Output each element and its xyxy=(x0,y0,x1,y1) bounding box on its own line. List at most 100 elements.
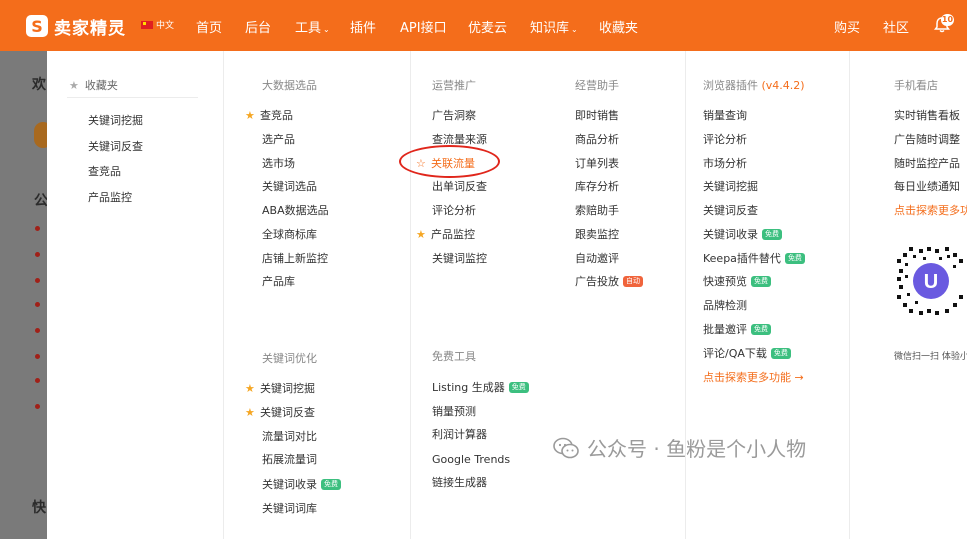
nav-tools[interactable]: 工具 ⌄ xyxy=(295,17,330,36)
menu-item[interactable]: 广告投放 自动 xyxy=(575,274,643,288)
divider xyxy=(849,51,850,539)
menu-item[interactable]: 店铺上新监控 xyxy=(262,251,328,265)
menu-item[interactable]: 即时销售 xyxy=(575,108,619,122)
menu-item[interactable]: 选产品 xyxy=(262,132,295,146)
background-bullet xyxy=(35,354,40,359)
plugin-header: 浏览器插件 (v4.4.2) xyxy=(703,79,805,92)
free-badge: 免费 xyxy=(784,252,805,264)
menu-item[interactable]: 流量词对比 xyxy=(262,429,317,443)
nav-community[interactable]: 社区 xyxy=(883,17,909,36)
menu-item[interactable]: 销量查询 xyxy=(703,108,747,122)
menu-item[interactable]: 出单词反查 xyxy=(432,179,487,193)
big-data-header: 大数据选品 xyxy=(262,79,317,92)
background-bullet xyxy=(35,226,40,231)
divider xyxy=(685,51,686,539)
nav-youmaiyun[interactable]: 优麦云 xyxy=(468,17,507,36)
menu-item[interactable]: 关键词挖掘 xyxy=(703,179,758,193)
nav-buy[interactable]: 购买 xyxy=(834,17,860,36)
background-bullet xyxy=(35,328,40,333)
menu-item[interactable]: 关键词词库 xyxy=(262,501,317,515)
menu-item[interactable]: 利润计算器 xyxy=(432,427,487,441)
menu-item[interactable]: 评论分析 xyxy=(703,132,747,146)
favorite-item[interactable]: 查竞品 xyxy=(88,164,121,178)
explore-more-link[interactable]: 点击探索更多功能 → xyxy=(703,370,804,384)
menu-item[interactable]: 全球商标库 xyxy=(262,227,317,241)
menu-item[interactable]: 商品分析 xyxy=(575,132,619,146)
notification-badge: 10 xyxy=(941,14,954,26)
menu-item[interactable]: 实时销售看板 xyxy=(894,108,960,122)
nav-home[interactable]: 首页 xyxy=(196,17,222,36)
background-bullet xyxy=(35,252,40,257)
explore-more-link[interactable]: 点击探索更多功 xyxy=(894,203,967,217)
chevron-down-icon: ⌄ xyxy=(571,25,578,34)
favorites-header: ★ 收藏夹 xyxy=(69,78,118,93)
menu-item[interactable]: 库存分析 xyxy=(575,179,619,193)
auto-badge: 自动 xyxy=(623,275,643,287)
ops-header: 运营推广 xyxy=(432,79,476,92)
menu-item[interactable]: 选市场 xyxy=(262,156,295,170)
language-switcher[interactable]: 中文 xyxy=(141,18,174,31)
mobile-header: 手机看店 xyxy=(894,79,938,92)
free-tools-header: 免费工具 xyxy=(432,350,476,363)
favorite-item[interactable]: 产品监控 xyxy=(88,190,132,204)
favorite-item[interactable]: 关键词反查 xyxy=(88,139,143,153)
menu-item[interactable]: 关键词收录 免费 xyxy=(703,227,782,241)
menu-item[interactable]: 广告随时调整 xyxy=(894,132,960,146)
keyword-opt-header: 关键词优化 xyxy=(262,352,317,365)
divider xyxy=(67,97,198,98)
menu-item[interactable]: 销量预测 xyxy=(432,404,476,418)
menu-item[interactable]: 随时监控产品 xyxy=(894,156,960,170)
menu-item-find-competitors[interactable]: ★ 查竞品 xyxy=(245,108,293,123)
menu-item[interactable]: 自动邀评 xyxy=(575,251,619,265)
nav-backend[interactable]: 后台 xyxy=(245,17,271,36)
nav-knowledge[interactable]: 知识库 ⌄ xyxy=(530,17,578,36)
qr-caption: 微信扫一扫 体验小 xyxy=(894,352,967,362)
menu-item[interactable]: 关键词监控 xyxy=(432,251,487,265)
menu-item[interactable]: 拓展流量词 xyxy=(262,452,317,466)
china-flag-icon xyxy=(141,20,153,29)
background-fragment: 公 xyxy=(34,193,48,209)
menu-item[interactable]: 品牌检测 xyxy=(703,298,747,312)
nav-plugin[interactable]: 插件 xyxy=(350,17,376,36)
menu-item[interactable]: 跟卖监控 xyxy=(575,227,619,241)
menu-item[interactable]: 索赔助手 xyxy=(575,203,619,217)
menu-item[interactable]: Listing 生成器 免费 xyxy=(432,380,529,394)
nav-api[interactable]: API接口 xyxy=(400,17,447,36)
background-bullet xyxy=(35,278,40,283)
menu-item[interactable]: 关键词收录 免费 xyxy=(262,477,341,491)
tools-mega-menu: ★ 收藏夹 关键词挖掘 关键词反查 查竞品 产品监控 大数据选品 ★ 查竞品 选产… xyxy=(47,51,967,539)
chevron-down-icon: ⌄ xyxy=(323,25,330,34)
background-fragment: 快 xyxy=(32,500,46,516)
menu-item[interactable]: Google Trends xyxy=(432,452,510,466)
menu-item-keyword-mining[interactable]: ★ 关键词挖掘 xyxy=(245,381,315,396)
menu-item[interactable]: 每日业绩通知 xyxy=(894,179,960,193)
svg-text:U: U xyxy=(924,271,938,293)
qr-code-icon: U xyxy=(897,247,963,315)
top-navbar: S 卖家精灵 中文 首页 后台 工具 ⌄ 插件 API接口 优麦云 知识库 ⌄ 收藏… xyxy=(0,0,967,51)
menu-item[interactable]: 查流量来源 xyxy=(432,132,487,146)
menu-item[interactable]: 产品库 xyxy=(262,274,295,288)
menu-item[interactable]: 链接生成器 xyxy=(432,475,487,489)
menu-item[interactable]: 批量邀评 免费 xyxy=(703,322,771,336)
background-fragment: 欢 xyxy=(32,77,46,93)
nav-favorites[interactable]: 收藏夹 xyxy=(599,17,638,36)
star-filled-icon: ★ xyxy=(416,227,426,241)
free-badge: 免费 xyxy=(751,275,771,287)
menu-item[interactable]: Keepa插件替代 免费 xyxy=(703,251,805,265)
menu-item[interactable]: 广告洞察 xyxy=(432,108,476,122)
menu-item[interactable]: 快速预览 免费 xyxy=(703,274,771,288)
menu-item[interactable]: 评论分析 xyxy=(432,203,476,217)
menu-item[interactable]: 关键词反查 xyxy=(703,203,758,217)
menu-item-keyword-reverse[interactable]: ★ 关键词反查 xyxy=(245,405,315,420)
menu-item[interactable]: 评论/QA下载 免费 xyxy=(703,346,791,360)
menu-item[interactable]: ABA数据选品 xyxy=(262,203,329,217)
star-filled-icon: ★ xyxy=(245,381,255,395)
menu-item[interactable]: 订单列表 xyxy=(575,156,619,170)
menu-item[interactable]: 市场分析 xyxy=(703,156,747,170)
divider xyxy=(410,51,411,539)
menu-item-product-monitor[interactable]: ★ 产品监控 xyxy=(416,227,475,242)
favorite-item[interactable]: 关键词挖掘 xyxy=(88,113,143,127)
wechat-icon xyxy=(553,437,579,458)
brand-logo[interactable]: S 卖家精灵 xyxy=(26,13,126,39)
menu-item[interactable]: 关键词选品 xyxy=(262,179,317,193)
